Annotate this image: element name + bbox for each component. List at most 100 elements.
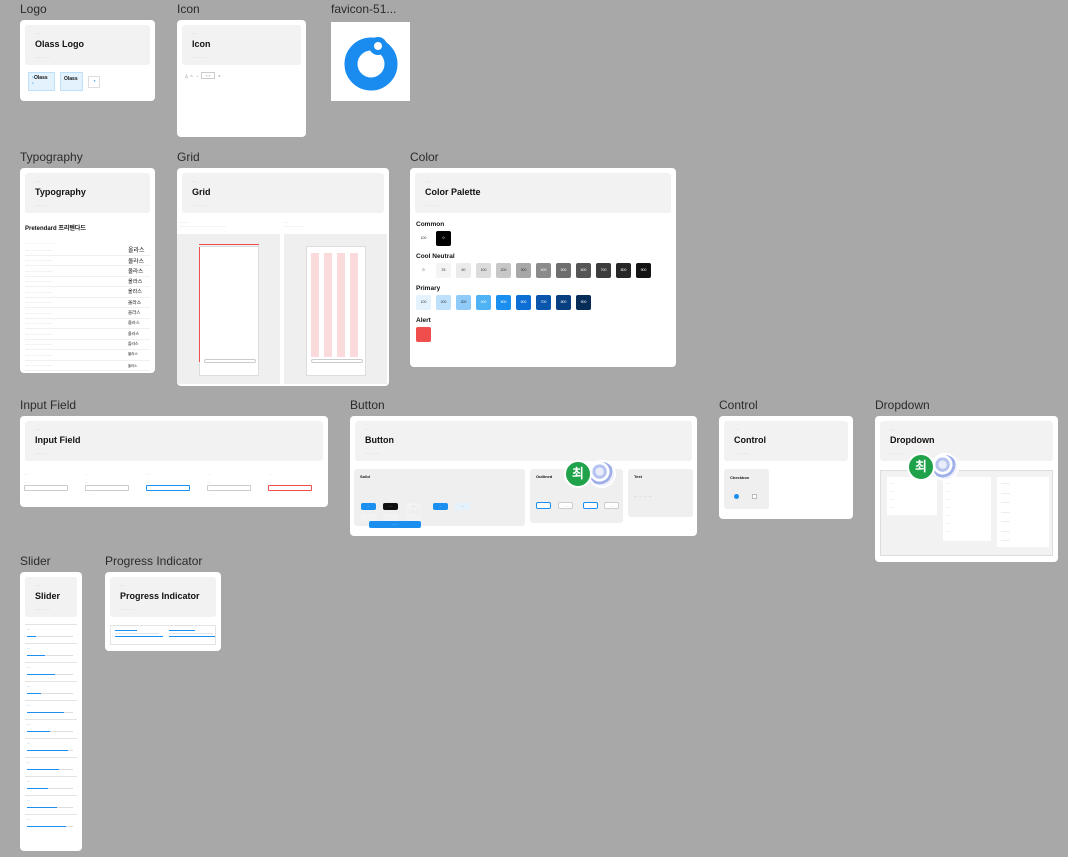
slider[interactable]: ··· xyxy=(25,795,77,814)
input-field-variant[interactable]: ····· ··· ········· xyxy=(85,472,143,496)
color-swatch[interactable]: 900 xyxy=(576,295,591,310)
color-swatch[interactable]: 500 xyxy=(556,263,571,278)
color-swatch[interactable]: 400 xyxy=(476,295,491,310)
frame-control[interactable]: ····· Control ······· · ····· Checkbox xyxy=(719,416,853,519)
frame-header: ····· Input Field ······· · ····· xyxy=(25,421,323,461)
slider[interactable]: ··· xyxy=(25,643,77,662)
type-sample: 올라스 xyxy=(128,289,142,296)
frame-title: Slider xyxy=(35,591,61,601)
input-field-variant[interactable]: ····· ··· ········· xyxy=(24,472,82,496)
frame-header: ····· Grid ······· · ····· xyxy=(182,173,384,213)
avatar[interactable]: 최 xyxy=(564,460,592,488)
color-swatch[interactable]: 100 xyxy=(476,263,491,278)
grid-mobile-margins xyxy=(177,234,280,384)
frame-label-favicon[interactable]: favicon-51... xyxy=(331,2,396,16)
color-swatch[interactable]: 800 xyxy=(616,263,631,278)
input-field-variant[interactable]: ····· ··· ········· xyxy=(207,472,265,496)
type-sample: 올라스 xyxy=(128,341,139,346)
button-group-solid: Solid ··· ··· ··· ··· ··· ······ ··· ···… xyxy=(354,469,525,528)
color-swatch[interactable]: 200 xyxy=(436,295,451,310)
frame-header: ····· Control ······· · ····· xyxy=(724,421,848,461)
slider[interactable]: ··· xyxy=(25,738,77,757)
dropdown-menu[interactable]: ········· ········· ········· ········· ····… xyxy=(997,477,1049,547)
type-scale-row: ····· ···· ········· ·······올라스 xyxy=(25,287,150,298)
slider[interactable]: ··· xyxy=(25,757,77,776)
frame-dropdown[interactable]: ····· Dropdown ······· · ····· ··· ··· ·… xyxy=(875,416,1058,562)
frame-typography[interactable]: ····· Typography ······· · ····· Pretend… xyxy=(20,168,155,373)
checkbox-unchecked[interactable] xyxy=(752,494,757,499)
frame-header: ····· Olass Logo ······· · ····· xyxy=(25,25,150,65)
type-scale-row: ····· ···· ········· ·······올라스 xyxy=(25,308,150,319)
type-sample: 올라스 xyxy=(128,309,141,315)
color-swatch[interactable]: 600 xyxy=(576,263,591,278)
slider[interactable]: ··· xyxy=(25,624,77,643)
frame-input-field[interactable]: ····· Input Field ······· · ····· ····· ·… xyxy=(20,416,328,507)
palette-cool-label: Cool Neutral xyxy=(416,253,455,260)
type-sample: 올라스 xyxy=(128,300,142,306)
color-swatch[interactable]: 500 xyxy=(496,295,511,310)
color-swatch[interactable]: 900 xyxy=(636,263,651,278)
avatar-pattern[interactable] xyxy=(588,460,616,488)
frame-favicon[interactable] xyxy=(331,22,410,101)
input-field-variant[interactable]: ····· ··· ········· xyxy=(268,472,326,496)
input-field-variant[interactable]: ····· ··· ········· xyxy=(146,472,204,496)
slider[interactable]: ··· xyxy=(25,700,77,719)
color-swatch[interactable]: 600 xyxy=(516,295,531,310)
frame-label-typography[interactable]: Typography xyxy=(20,150,83,164)
color-swatch[interactable]: 800 xyxy=(556,295,571,310)
frame-grid[interactable]: ····· Grid ······· · ····· ·········· ···… xyxy=(177,168,389,386)
type-scale-row: ····· ···· ········· ·······올라스 xyxy=(25,277,150,287)
slider[interactable]: ··· xyxy=(25,776,77,795)
frame-label-icon[interactable]: Icon xyxy=(177,2,200,16)
slider[interactable]: ··· xyxy=(25,814,77,833)
frame-icon[interactable]: ····· Icon ······· · ····· △ ⌂ → ‹ › × xyxy=(177,20,306,137)
dropdown-menu[interactable]: ··· ··· ··· ··· ··· ··· ··· xyxy=(943,477,991,541)
frame-title: Color Palette xyxy=(425,187,481,197)
color-swatch[interactable]: 100 xyxy=(416,231,431,246)
frame-header: ····· Slider ······· · ····· xyxy=(25,577,77,617)
palette-primary-label: Primary xyxy=(416,285,441,292)
color-swatch[interactable]: 0 xyxy=(436,231,451,246)
type-sample: 올라스 xyxy=(128,330,140,336)
frame-label-input-field[interactable]: Input Field xyxy=(20,398,76,412)
color-swatch[interactable]: 25 xyxy=(436,263,451,278)
color-swatch[interactable]: 700 xyxy=(596,263,611,278)
frame-logo[interactable]: ····· Olass Logo ······· · ····· ◔Olass ◔… xyxy=(20,20,155,101)
frame-button[interactable]: ····· Button ······· · ····· Solid ··· ·… xyxy=(350,416,697,536)
frame-label-slider[interactable]: Slider xyxy=(20,554,51,568)
frame-color[interactable]: ····· Color Palette ······· · ····· Comm… xyxy=(410,168,676,367)
frame-progress[interactable]: ····· Progress Indicator ······· · ····· xyxy=(105,572,221,651)
color-swatch[interactable]: 100 xyxy=(416,295,431,310)
collaborator-avatars-dropdown[interactable]: 최 xyxy=(907,453,965,483)
frame-label-color[interactable]: Color xyxy=(410,150,439,164)
avatar-pattern[interactable] xyxy=(931,453,959,481)
color-swatch[interactable]: 400 xyxy=(536,263,551,278)
type-scale-row: ····· ···· ········· ·······올라스 xyxy=(25,245,150,256)
color-swatch[interactable]: 200 xyxy=(496,263,511,278)
type-sample: 올라스 xyxy=(128,268,144,275)
progress-bars xyxy=(110,625,216,645)
frame-label-dropdown[interactable]: Dropdown xyxy=(875,398,930,412)
frame-header: ····· Color Palette ······· · ····· xyxy=(415,173,671,213)
frame-slider[interactable]: ····· Slider ······· · ····· ··· ··· ··· ··… xyxy=(20,572,82,851)
slider[interactable]: ··· xyxy=(25,681,77,700)
frame-label-logo[interactable]: Logo xyxy=(20,2,47,16)
frame-header: ····· Progress Indicator ······· · ····· xyxy=(110,577,216,617)
checkbox-checked[interactable] xyxy=(734,494,739,499)
frame-label-grid[interactable]: Grid xyxy=(177,150,200,164)
frame-label-control[interactable]: Control xyxy=(719,398,758,412)
logo-icon: ◔ xyxy=(88,76,100,88)
palette-common-label: Common xyxy=(416,221,445,228)
color-swatch[interactable]: 50 xyxy=(456,263,471,278)
avatar[interactable]: 최 xyxy=(907,453,935,481)
color-swatch[interactable]: 0 xyxy=(416,263,431,278)
frame-label-button[interactable]: Button xyxy=(350,398,385,412)
collaborator-avatars-button[interactable]: 최 xyxy=(564,460,622,490)
slider[interactable]: ··· xyxy=(25,662,77,681)
color-swatch[interactable]: 700 xyxy=(536,295,551,310)
slider[interactable]: ··· xyxy=(25,719,77,738)
color-swatch[interactable]: 300 xyxy=(456,295,471,310)
frame-label-progress[interactable]: Progress Indicator xyxy=(105,554,202,568)
palette-alert-swatch xyxy=(416,327,431,342)
color-swatch[interactable]: 300 xyxy=(516,263,531,278)
